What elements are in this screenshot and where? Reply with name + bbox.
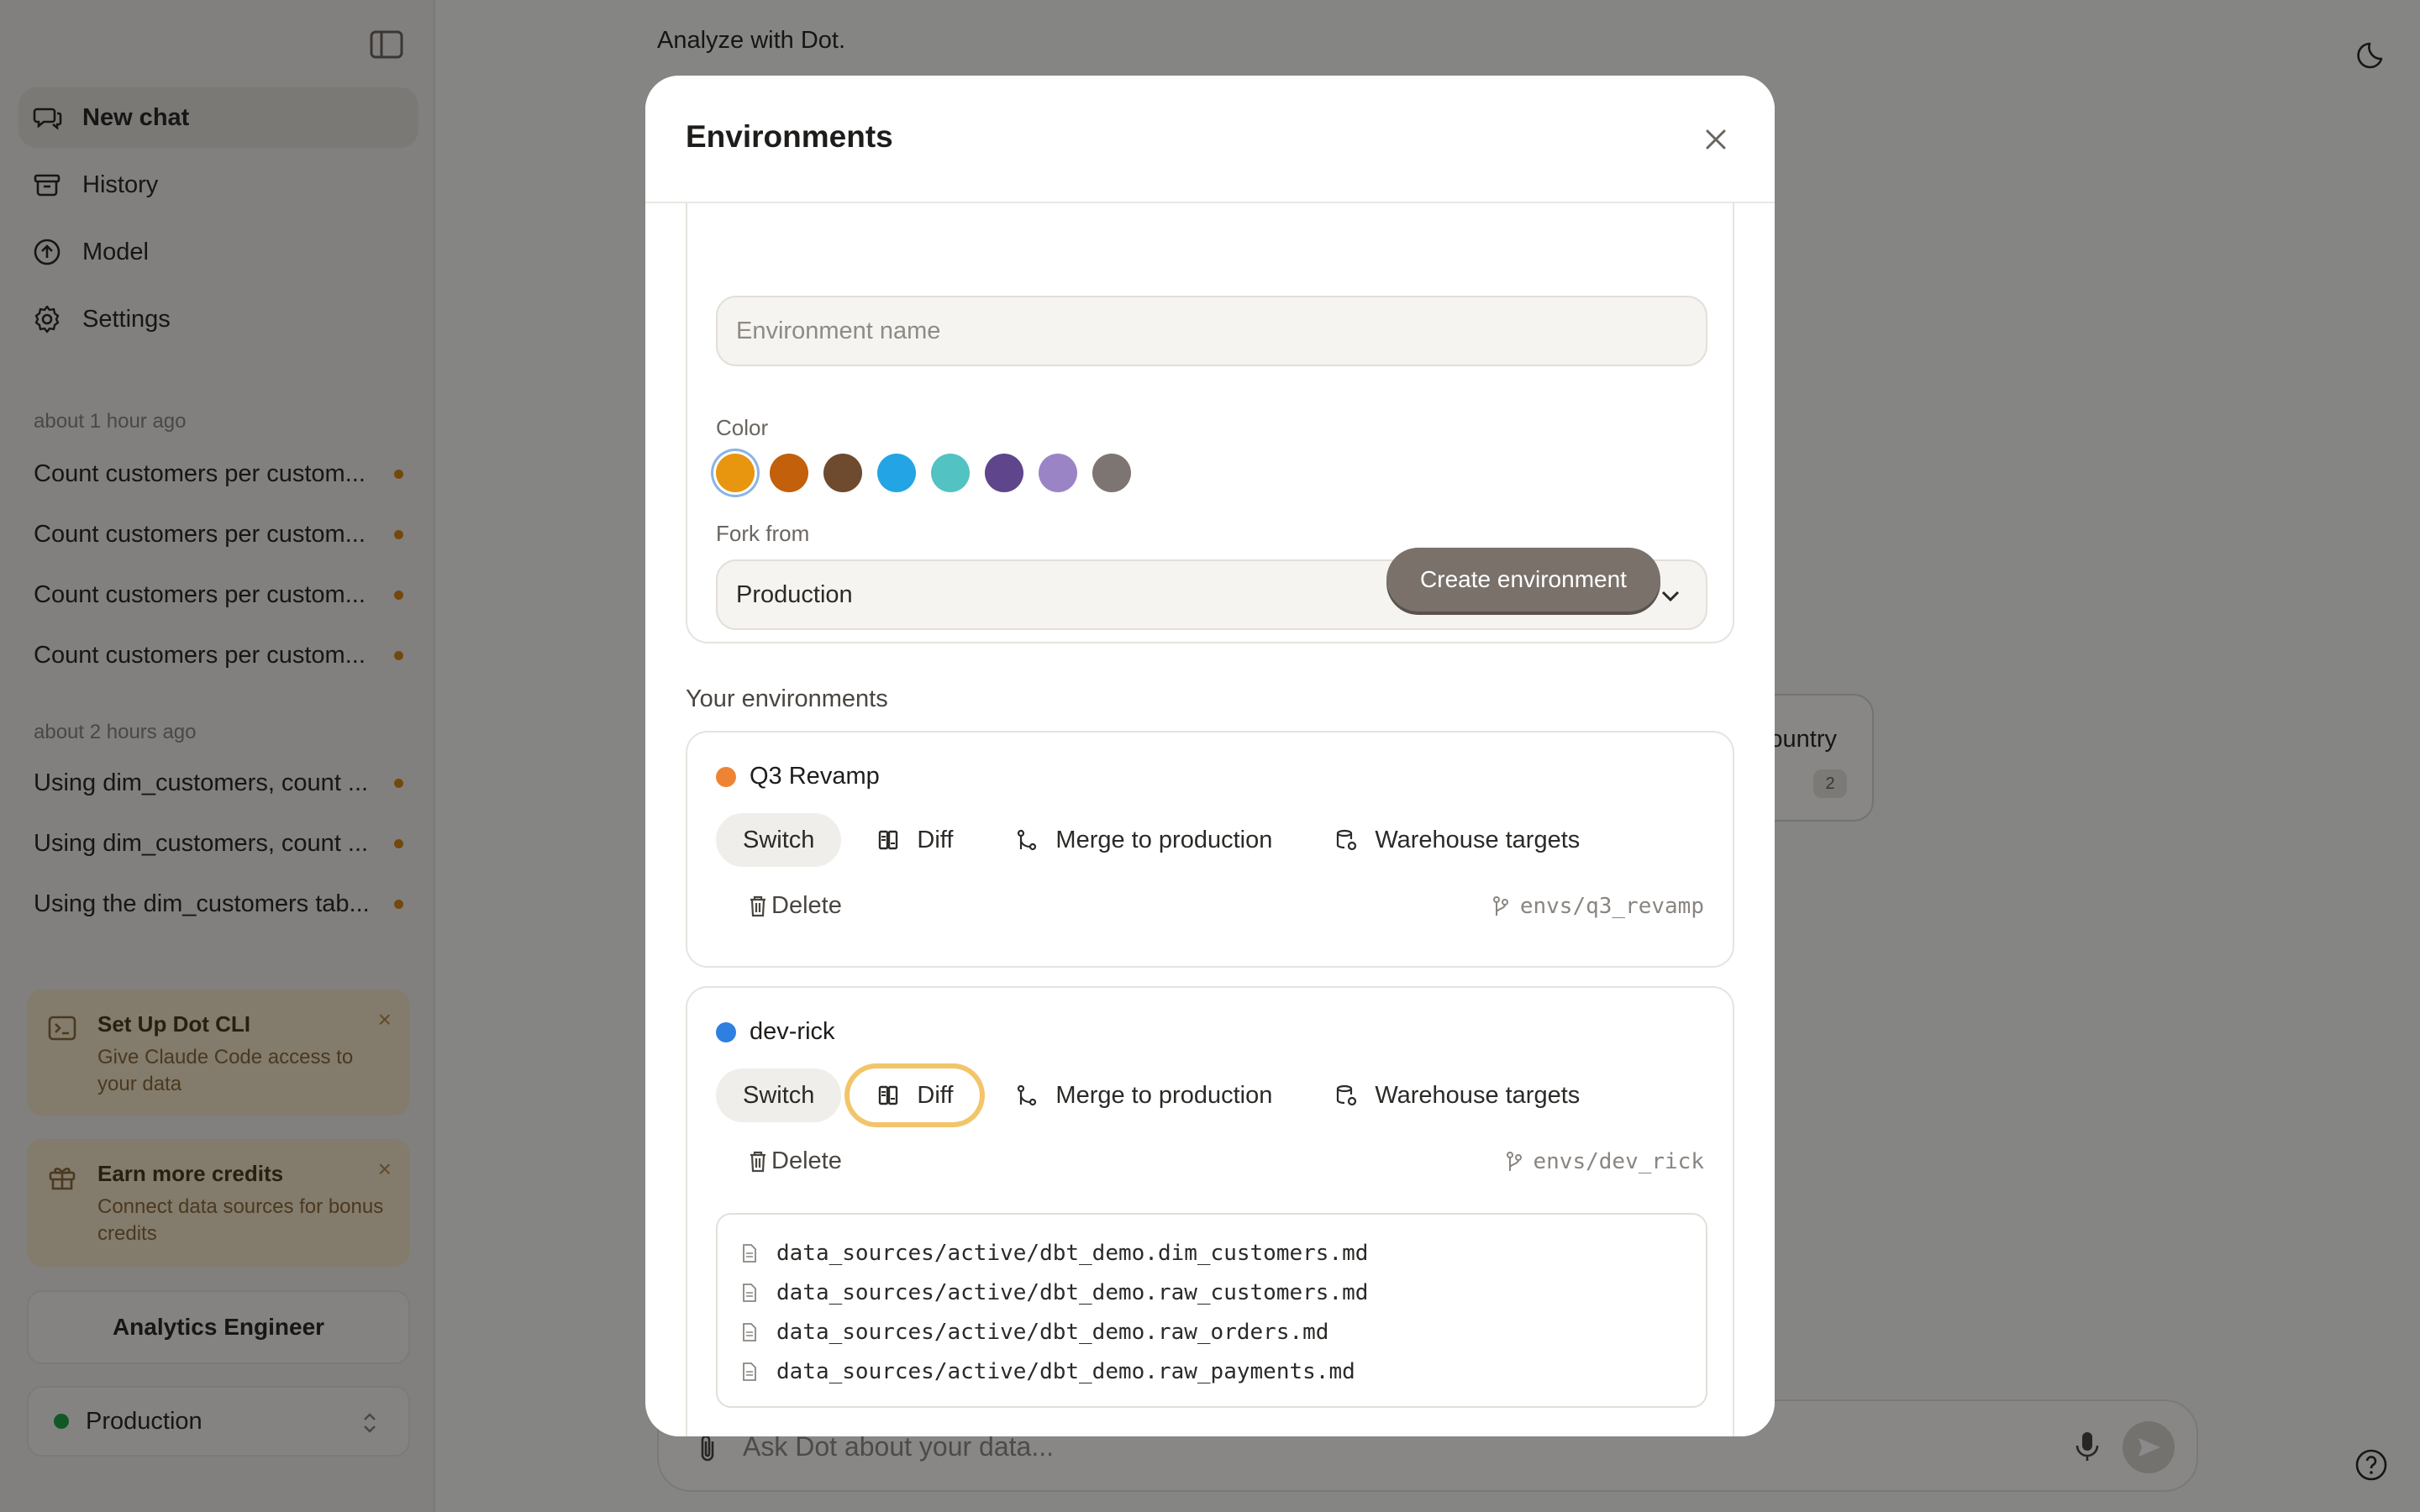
fork-from-label: Fork from [716,521,810,546]
color-swatch[interactable] [985,454,1023,492]
file-icon [743,1243,756,1263]
color-swatch-selected[interactable] [716,454,755,492]
color-swatch[interactable] [931,454,970,492]
branch-label: envs/q3_revamp [1491,894,1704,919]
diff-icon [879,1085,898,1105]
file-icon [743,1322,756,1341]
modal-header: Environments [645,76,1775,203]
diff-file-item[interactable]: data_sources/active/dbt_demo.raw_orders.… [718,1312,1706,1352]
diff-file-list: data_sources/active/dbt_demo.dim_custome… [716,1213,1707,1408]
branch-label: envs/dev_rick [1505,1149,1704,1174]
environment-actions: Switch Diff Merge to production Warehous… [716,813,1615,867]
merge-to-production-button[interactable]: Merge to production [988,813,1299,867]
create-environment-button[interactable]: Create environment [1386,548,1660,612]
environment-name: Q3 Revamp [750,763,880,790]
diff-file-item[interactable]: data_sources/active/dbt_demo.raw_custome… [718,1273,1706,1312]
color-swatch[interactable] [877,454,916,492]
merge-icon [1018,829,1037,851]
environment-title: Q3 Revamp [716,763,880,790]
color-swatch[interactable] [770,454,808,492]
environment-title: dev-rick [716,1018,835,1046]
environment-color-dot [716,1021,736,1042]
warehouse-targets-button[interactable]: Warehouse targets [1307,1068,1607,1122]
file-icon [743,1283,756,1302]
warehouse-targets-button[interactable]: Warehouse targets [1307,813,1607,867]
merge-icon [1018,1084,1037,1106]
diff-button[interactable]: Diff [850,1068,980,1122]
color-swatch[interactable] [1039,454,1077,492]
close-icon[interactable] [1697,121,1734,158]
diff-button[interactable]: Diff [850,813,980,867]
merge-to-production-button[interactable]: Merge to production [988,1068,1299,1122]
environment-card: dev-rick Switch Diff Merge to production… [686,986,1734,1436]
delete-button[interactable]: Delete [748,1147,842,1175]
branch-icon [1492,896,1508,916]
your-environments-heading: Your environments [686,685,888,712]
database-settings-icon [1337,829,1357,851]
delete-button[interactable]: Delete [748,892,842,920]
color-label: Color [716,415,769,440]
branch-icon [1506,1152,1522,1171]
environment-card: Q3 Revamp Switch Diff Merge to productio… [686,731,1734,968]
color-swatches [716,454,1146,492]
environment-color-dot [716,766,736,787]
trash-icon [750,1151,765,1172]
environment-actions: Switch Diff Merge to production Warehous… [716,1068,1615,1122]
diff-icon [879,830,898,850]
trash-icon [750,895,765,916]
switch-button[interactable]: Switch [716,813,842,867]
color-swatch[interactable] [1092,454,1131,492]
chevron-down-icon [1661,591,1680,602]
diff-file-item[interactable]: data_sources/active/dbt_demo.raw_payment… [718,1352,1706,1391]
modal-title: Environments [686,119,893,154]
diff-file-item[interactable]: data_sources/active/dbt_demo.dim_custome… [718,1233,1706,1273]
environment-name: dev-rick [750,1018,835,1045]
switch-button[interactable]: Switch [716,1068,842,1122]
file-icon [743,1362,756,1381]
color-swatch[interactable] [823,454,862,492]
database-settings-icon [1337,1084,1357,1106]
fork-from-value: Production [736,580,853,608]
environment-name-input[interactable] [716,296,1707,366]
environments-modal: Color Fork from Production Environments … [645,76,1775,1436]
